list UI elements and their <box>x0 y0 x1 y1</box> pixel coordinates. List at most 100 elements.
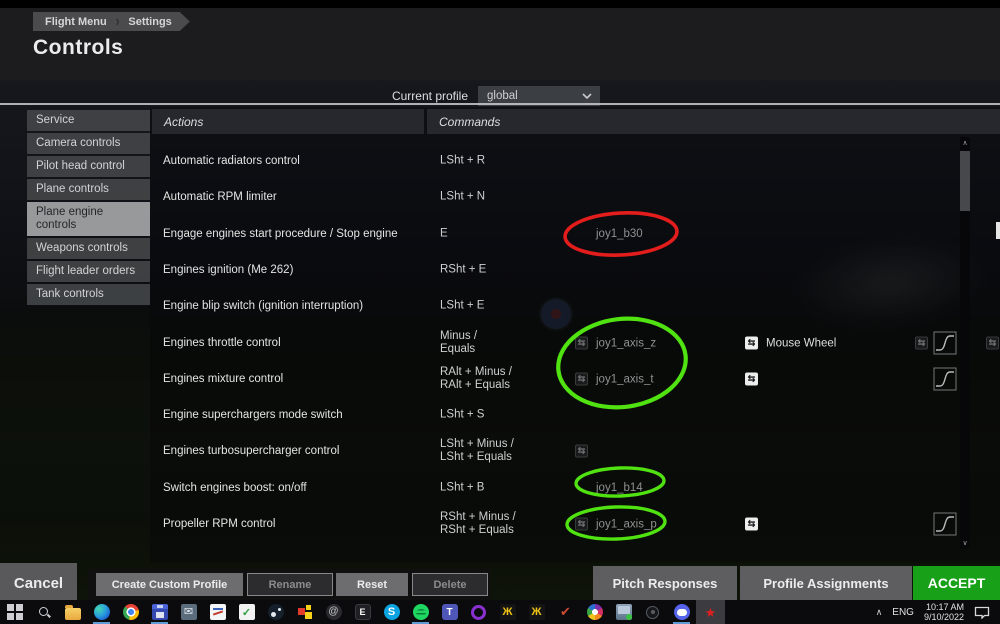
reset-button[interactable]: Reset <box>336 573 408 596</box>
sidebar-item-camera-controls[interactable]: Camera controls <box>27 133 150 154</box>
joystick-binding[interactable]: joy1_axis_t <box>575 372 654 386</box>
breadcrumb-settings[interactable]: Settings <box>128 16 171 28</box>
chrome-icon <box>122 604 139 620</box>
invert-axis-icon[interactable] <box>745 336 758 350</box>
create-custom-profile-button[interactable]: Create Custom Profile <box>96 573 243 596</box>
controls-settings-screen: Flight Menu › Settings Controls Current … <box>0 0 1000 624</box>
joystick-binding[interactable]: joy1_b30 <box>575 228 643 240</box>
il2-launcher-icon[interactable] <box>493 600 522 624</box>
floppy-app-icon[interactable] <box>145 600 174 624</box>
keyboard-binding[interactable]: LSht + E <box>440 300 484 313</box>
il2-launcher-icon-2[interactable] <box>522 600 551 624</box>
skype-icon <box>383 604 400 620</box>
tray-language[interactable]: ENG <box>892 607 914 618</box>
invert-axis-icon[interactable] <box>745 372 758 386</box>
favorites-star-icon[interactable] <box>696 600 725 624</box>
keyboard-binding[interactable]: RSht + E <box>440 264 486 277</box>
response-curve-icon[interactable] <box>933 512 957 536</box>
joystick-binding[interactable]: joy1_axis_z <box>575 336 656 350</box>
tray-expand-icon[interactable]: ∧ <box>876 607 883 618</box>
pitch-responses-button[interactable]: Pitch Responses <box>593 566 737 600</box>
notepad-app-icon[interactable] <box>203 600 232 624</box>
blocks-app-icon[interactable] <box>290 600 319 624</box>
notification-icon[interactable] <box>974 605 990 619</box>
wheel-app-icon[interactable] <box>638 600 667 624</box>
discord-icon[interactable] <box>667 600 696 624</box>
scroll-up-icon[interactable]: ∧ <box>960 139 970 147</box>
tray-clock[interactable]: 10:17 AM 9/10/2022 <box>924 602 964 622</box>
keyboard-binding[interactable]: LSht + S <box>440 409 484 422</box>
teams-icon[interactable] <box>435 600 464 624</box>
breadcrumb-separator: › <box>115 13 120 30</box>
sidebar-item-pilot-head-control[interactable]: Pilot head control <box>27 156 150 177</box>
profile-dropdown-value: global <box>487 90 518 102</box>
ring-app-icon[interactable] <box>464 600 493 624</box>
invert-axis-icon[interactable] <box>575 336 588 350</box>
profile-assignments-button[interactable]: Profile Assignments <box>740 566 912 600</box>
sidebar-item-tank-controls[interactable]: Tank controls <box>27 284 150 305</box>
search-button[interactable] <box>29 600 58 624</box>
joystick-binding-label: joy1_axis_p <box>596 518 657 530</box>
invert-axis-icon[interactable] <box>575 372 588 386</box>
document-app-icon[interactable] <box>232 600 261 624</box>
keyboard-binding[interactable]: LSht + Minus / LSht + Equals <box>440 438 514 464</box>
action-label: Engine blip switch (ignition interruptio… <box>163 300 364 312</box>
scroll-down-icon[interactable]: ∨ <box>960 539 970 547</box>
keyboard-binding[interactable]: LSht + N <box>440 191 485 204</box>
table-row: Engines ignition (Me 262) RSht + E <box>152 252 998 288</box>
mouse-binding[interactable] <box>745 517 766 531</box>
photo-app-icon[interactable] <box>580 600 609 624</box>
start-button[interactable] <box>0 600 29 624</box>
scrollbar-thumb[interactable] <box>960 151 970 211</box>
at-app-icon[interactable] <box>319 600 348 624</box>
keyboard-binding[interactable]: LSht + R <box>440 155 485 168</box>
breadcrumb[interactable]: Flight Menu › Settings <box>33 12 190 31</box>
teams-icon <box>441 604 458 620</box>
keyboard-binding[interactable]: LSht + B <box>440 482 484 495</box>
joystick-binding[interactable]: joy1_b14 <box>575 482 643 494</box>
invert-axis-icon[interactable] <box>575 444 588 458</box>
steam-icon[interactable] <box>261 600 290 624</box>
pc-status-icon[interactable] <box>609 600 638 624</box>
mouse-binding[interactable]: Mouse Wheel <box>745 336 836 350</box>
edge-invert-slot[interactable] <box>986 336 1000 350</box>
key-line: LSht + R <box>440 154 486 167</box>
sidebar-item-plane-engine-controls[interactable]: Plane engine controls <box>27 202 150 236</box>
cancel-button[interactable]: Cancel <box>0 563 77 603</box>
edge-icon[interactable] <box>87 600 116 624</box>
sidebar-item-flight-leader-orders[interactable]: Flight leader orders <box>27 261 150 282</box>
sidebar-item-service[interactable]: Service <box>27 110 150 131</box>
keyboard-binding[interactable]: E <box>440 228 448 241</box>
key-line: LSht + N <box>440 190 486 203</box>
chevron-down-icon <box>582 93 592 99</box>
keyboard-binding[interactable]: Minus / Equals <box>440 330 477 356</box>
joystick-binding-label: joy1_b30 <box>596 228 643 240</box>
invert-axis-icon[interactable] <box>986 336 999 350</box>
keyboard-binding[interactable]: RSht + Minus / RSht + Equals <box>440 511 516 537</box>
response-curve-icon[interactable] <box>933 331 957 355</box>
system-tray: ∧ ENG 10:17 AM 9/10/2022 <box>876 602 1000 622</box>
rename-button[interactable]: Rename <box>247 573 333 596</box>
breadcrumb-flight-menu[interactable]: Flight Menu <box>45 16 107 28</box>
chrome-icon[interactable] <box>116 600 145 624</box>
delete-button[interactable]: Delete <box>412 573 488 596</box>
sidebar-item-weapons-controls[interactable]: Weapons controls <box>27 238 150 259</box>
spotify-icon[interactable] <box>406 600 435 624</box>
file-explorer-icon[interactable] <box>58 600 87 624</box>
keyboard-binding[interactable]: RAlt + Minus / RAlt + Equals <box>440 366 512 392</box>
invert-axis-icon[interactable] <box>915 336 928 350</box>
epic-games-icon[interactable] <box>348 600 377 624</box>
skype-icon[interactable] <box>377 600 406 624</box>
accept-button[interactable]: ACCEPT <box>913 566 1000 600</box>
joystick-binding[interactable] <box>575 444 596 458</box>
commands-column-header: Commands <box>427 109 1000 134</box>
mouse-binding[interactable] <box>745 372 766 386</box>
invert-axis-icon[interactable] <box>575 517 588 531</box>
scrollbar[interactable]: ∧ ∨ <box>960 137 970 549</box>
mail-app-icon[interactable] <box>174 600 203 624</box>
response-curve-icon[interactable] <box>933 367 957 391</box>
check-app-icon[interactable] <box>551 600 580 624</box>
sidebar-item-plane-controls[interactable]: Plane controls <box>27 179 150 200</box>
invert-axis-icon[interactable] <box>745 517 758 531</box>
joystick-binding[interactable]: joy1_axis_p <box>575 517 657 531</box>
